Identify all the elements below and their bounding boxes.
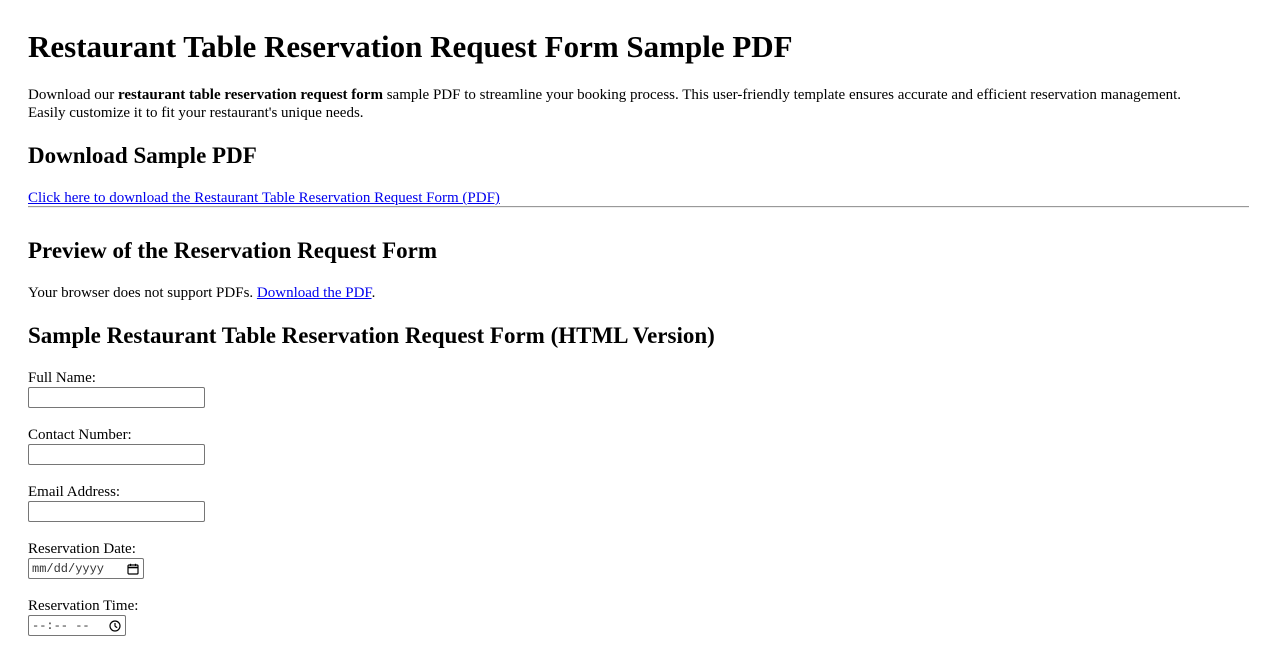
- clock-icon[interactable]: [108, 619, 122, 633]
- contact-number-label: Contact Number:: [28, 427, 132, 443]
- full-name-label: Full Name:: [28, 370, 96, 386]
- pdf-fallback-period: .: [371, 285, 376, 301]
- date-placeholder: mm/dd/yyyy: [32, 561, 105, 576]
- reservation-time-input[interactable]: --:-- --: [28, 615, 126, 636]
- preview-heading: Preview of the Reservation Request Form: [28, 238, 437, 263]
- reservation-date-input[interactable]: mm/dd/yyyy: [28, 558, 144, 579]
- download-heading: Download Sample PDF: [28, 143, 257, 168]
- intro-bold-text: restaurant table reservation request for…: [118, 87, 383, 103]
- full-name-input[interactable]: [28, 387, 205, 408]
- pdf-fallback-text: Your browser does not support PDFs.: [28, 285, 257, 301]
- pdf-fallback-message: Your browser does not support PDFs. Down…: [28, 284, 375, 302]
- calendar-icon[interactable]: [126, 562, 140, 576]
- reservation-date-label: Reservation Date:: [28, 541, 136, 557]
- download-pdf-link[interactable]: Click here to download the Restaurant Ta…: [28, 189, 500, 207]
- page-title: Restaurant Table Reservation Request For…: [28, 29, 793, 64]
- reservation-time-label: Reservation Time:: [28, 598, 139, 614]
- contact-number-input[interactable]: [28, 444, 205, 465]
- intro-text-start: Download our: [28, 87, 118, 103]
- intro-paragraph: Download our restaurant table reservatio…: [28, 86, 1208, 122]
- email-label: Email Address:: [28, 484, 121, 500]
- email-input[interactable]: [28, 501, 205, 522]
- fallback-download-link[interactable]: Download the PDF: [257, 285, 372, 301]
- time-placeholder: --:-- --: [32, 618, 90, 633]
- form-heading: Sample Restaurant Table Reservation Requ…: [28, 323, 715, 348]
- divider: [28, 206, 1249, 208]
